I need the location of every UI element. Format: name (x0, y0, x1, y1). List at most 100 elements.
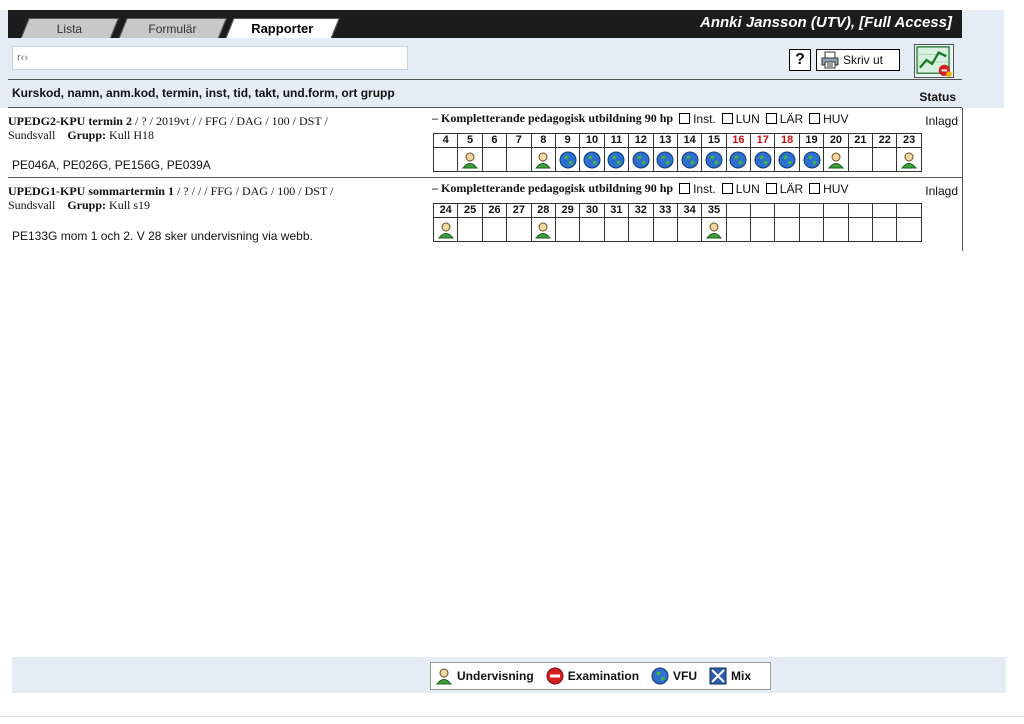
top-bar: Lista Formulär Rapporter Annki Jansson (… (8, 10, 962, 42)
legend-label: VFU (673, 669, 698, 683)
week-cell[interactable] (823, 217, 849, 242)
tab-label: Formulär (148, 22, 197, 36)
course-group: Kull H18 (109, 128, 155, 142)
week-number (896, 203, 922, 218)
week-number: 31 (603, 203, 630, 218)
checkbox-lun[interactable]: LUN (721, 181, 760, 196)
week-cell[interactable] (628, 147, 654, 172)
week-cell[interactable] (750, 147, 776, 172)
week-cell[interactable] (896, 147, 922, 172)
week-number: 4 (432, 133, 459, 148)
checkbox-label: Inst. (693, 181, 716, 196)
tab-lista[interactable]: Lista (20, 18, 119, 40)
week-grid: 24 25 26 27 28 29 30 31 32 33 34 35 (432, 203, 922, 242)
checkbox-inst[interactable]: Inst. (679, 182, 716, 196)
week-number: 32 (628, 203, 654, 218)
week-cell[interactable] (701, 217, 727, 242)
week-number: 25 (457, 203, 483, 218)
person-icon (827, 152, 844, 168)
checkbox-label: HUV (823, 181, 849, 196)
globe-icon (778, 151, 796, 168)
week-cell[interactable] (774, 217, 800, 242)
week-cell[interactable] (432, 147, 459, 172)
week-cell[interactable] (872, 147, 898, 172)
week-number: 17 (750, 133, 776, 148)
week-cell[interactable] (481, 147, 508, 172)
week-number: 34 (676, 203, 703, 218)
checkbox-label: HUV (823, 111, 849, 126)
legend-label: Mix (731, 669, 752, 683)
week-cell[interactable] (847, 217, 874, 242)
week-cell[interactable] (432, 217, 459, 242)
chart-report-button[interactable] (914, 44, 954, 78)
week-number: 20 (823, 133, 849, 148)
week-cell[interactable] (603, 147, 630, 172)
row-border (962, 178, 963, 251)
week-cell[interactable] (530, 217, 556, 242)
course-ort: Sundsvall (8, 128, 56, 142)
mix-icon (709, 667, 727, 685)
week-number: 26 (481, 203, 508, 218)
week-number (725, 203, 752, 218)
checkbox-huv[interactable]: HUV (809, 182, 848, 196)
week-cell[interactable] (798, 147, 825, 172)
week-cell[interactable] (847, 147, 874, 172)
week-cell[interactable] (579, 217, 605, 242)
checkbox-label: LUN (735, 181, 760, 196)
course-details: / ? / / / FFG / DAG / 100 / DST / (173, 184, 334, 198)
checkbox-inst[interactable]: Inst. (679, 112, 716, 126)
status-badge: Inlagd (925, 184, 958, 198)
week-cell[interactable] (628, 217, 654, 242)
week-number (774, 203, 800, 218)
checkbox-lar[interactable]: LÄR (765, 112, 803, 126)
tab-label: Lista (56, 22, 83, 36)
week-number: 21 (847, 133, 874, 148)
week-cell[interactable] (554, 147, 581, 172)
week-cell[interactable] (774, 147, 800, 172)
print-button[interactable]: Skriv ut (816, 49, 900, 71)
week-cell[interactable] (896, 217, 922, 242)
week-number: 10 (579, 133, 605, 148)
week-cell[interactable] (823, 147, 849, 172)
checkbox-lun[interactable]: LUN (721, 112, 760, 126)
course-ort: Sundsvall (8, 198, 56, 212)
week-cell[interactable] (725, 147, 752, 172)
week-cell[interactable] (530, 147, 556, 172)
week-cell[interactable] (652, 147, 678, 172)
person-icon (705, 222, 723, 238)
course-row[interactable]: UPEDG2-KPU termin 2 / ? / 2019vt / / FFG… (8, 108, 963, 178)
status-badge: Inlagd (925, 114, 958, 128)
week-cell[interactable] (676, 217, 703, 242)
person-icon (462, 152, 479, 168)
course-row[interactable]: UPEDG1-KPU sommartermin 1 / ? / / / FFG … (8, 178, 963, 251)
week-number: 23 (896, 133, 922, 148)
globe-icon (729, 151, 747, 168)
checkbox-lar[interactable]: LÄR (765, 182, 803, 196)
week-cell[interactable] (603, 217, 630, 242)
week-cell[interactable] (506, 147, 532, 172)
week-cell[interactable] (579, 147, 605, 172)
group-label: Grupp: (67, 198, 107, 212)
legend-label: Examination (567, 669, 640, 683)
week-number (798, 203, 825, 218)
week-cell[interactable] (725, 217, 752, 242)
week-cell[interactable] (554, 217, 581, 242)
week-cell[interactable] (872, 217, 898, 242)
frame-left (0, 10, 8, 108)
week-cell[interactable] (481, 217, 508, 242)
checkbox-huv[interactable]: HUV (809, 112, 848, 126)
week-number: 11 (603, 133, 630, 148)
week-cell[interactable] (506, 217, 532, 242)
week-cell[interactable] (652, 217, 678, 242)
row-border (962, 108, 963, 178)
help-button[interactable]: ? (789, 49, 811, 71)
tab-formular[interactable]: Formulär (118, 18, 227, 40)
week-cell[interactable] (798, 217, 825, 242)
search-input[interactable] (12, 46, 408, 70)
week-cell[interactable] (750, 217, 776, 242)
week-cell[interactable] (701, 147, 727, 172)
globe-icon (583, 151, 601, 168)
week-cell[interactable] (457, 217, 483, 242)
week-cell[interactable] (676, 147, 703, 172)
week-cell[interactable] (457, 147, 483, 172)
